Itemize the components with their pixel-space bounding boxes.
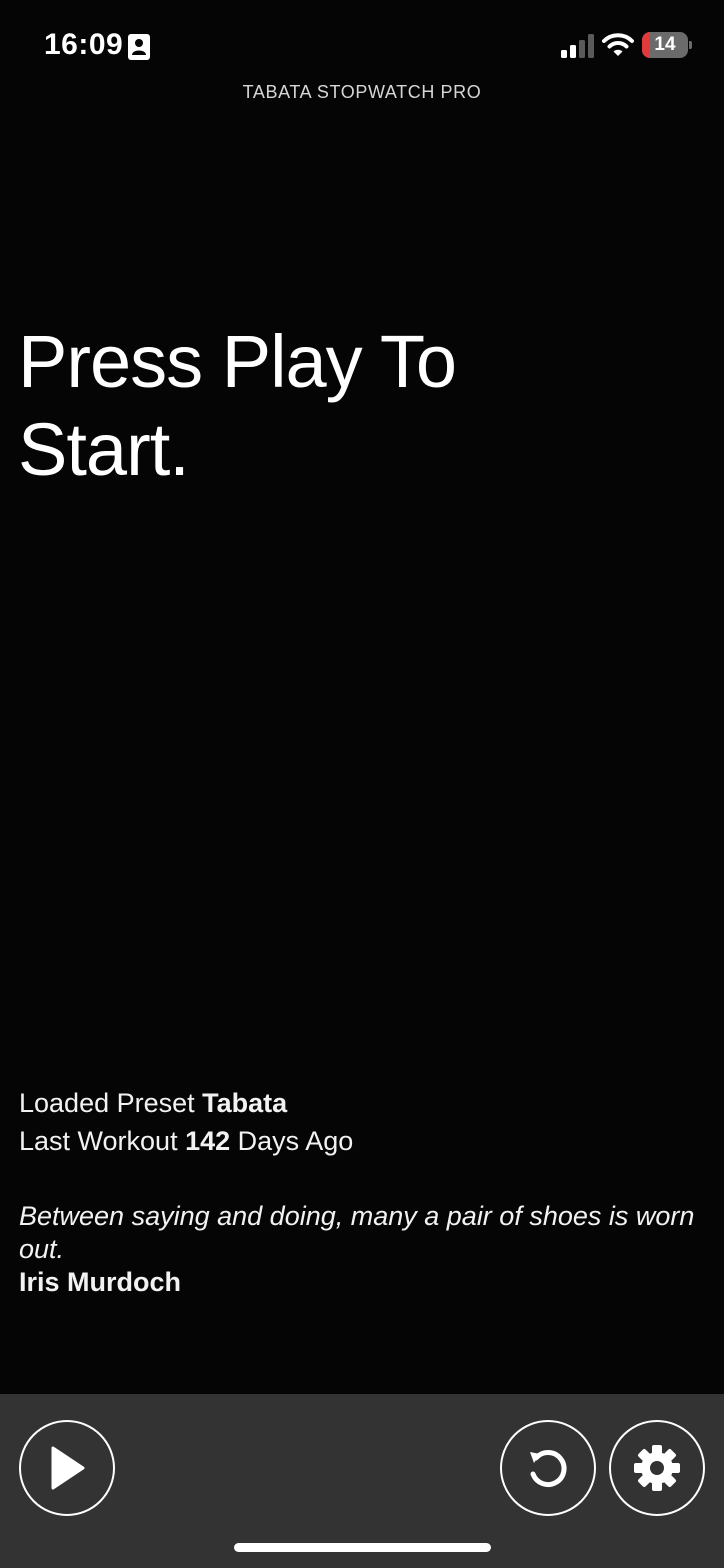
last-workout-line: Last Workout 142 Days Ago xyxy=(19,1124,353,1162)
settings-button[interactable] xyxy=(609,1420,705,1516)
bottom-toolbar xyxy=(0,1394,724,1568)
workout-info: Loaded Preset Tabata Last Workout 142 Da… xyxy=(19,1086,353,1162)
wifi-icon xyxy=(602,33,634,56)
battery-cap xyxy=(689,41,692,49)
start-prompt-line-1: Press Play To xyxy=(18,320,457,403)
last-workout-days: 142 xyxy=(185,1126,231,1156)
start-prompt: Press Play To Start. xyxy=(18,318,538,494)
play-icon xyxy=(51,1446,85,1490)
status-bar: 16:09 14 xyxy=(0,0,724,92)
app-screen: 16:09 14 TABATA STOPWATCH PRO Press Play… xyxy=(0,0,724,1568)
contact-card-icon xyxy=(128,34,150,60)
battery-level-text: 14 xyxy=(654,34,676,55)
reset-button[interactable] xyxy=(500,1420,596,1516)
last-workout-label: Last Workout xyxy=(19,1126,178,1156)
status-time: 16:09 xyxy=(44,28,124,61)
play-button[interactable] xyxy=(19,1420,115,1516)
battery-body: 14 xyxy=(642,32,688,58)
preset-name: Tabata xyxy=(202,1088,288,1118)
loaded-preset-line: Loaded Preset Tabata xyxy=(19,1086,353,1124)
app-title: TABATA STOPWATCH PRO xyxy=(242,82,482,102)
start-prompt-line-2: Start. xyxy=(18,408,190,491)
quote-author: Iris Murdoch xyxy=(19,1267,182,1297)
cellular-signal-icon xyxy=(561,34,594,58)
preset-label: Loaded Preset xyxy=(19,1088,195,1118)
home-indicator[interactable] xyxy=(234,1543,491,1552)
battery-indicator: 14 xyxy=(642,32,692,58)
reset-icon xyxy=(530,1450,567,1488)
last-workout-suffix: Days Ago xyxy=(237,1126,354,1156)
quote-text: Between saying and doing, many a pair of… xyxy=(19,1201,695,1264)
gear-icon xyxy=(634,1445,680,1491)
